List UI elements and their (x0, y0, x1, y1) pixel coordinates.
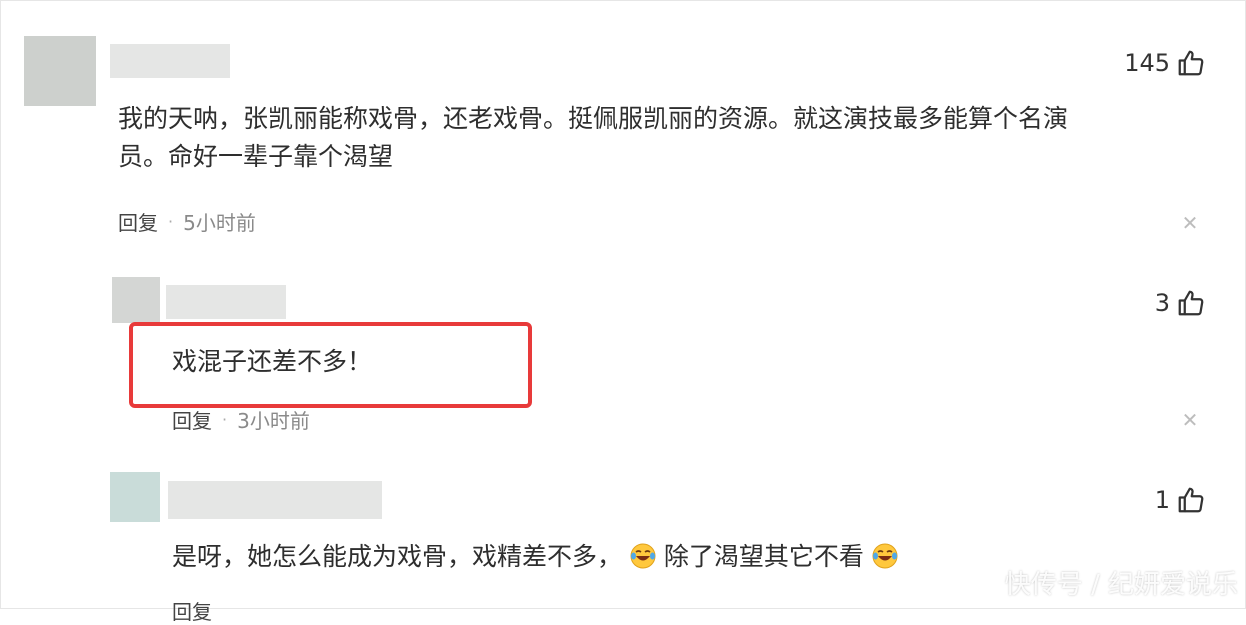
avatar[interactable] (110, 472, 160, 522)
reply-button[interactable]: 回复 (172, 405, 212, 434)
username-redacted[interactable] (110, 44, 230, 78)
reply-button[interactable]: 回复 (172, 596, 212, 625)
comment-text-part: 是呀，她怎么能成为戏骨，戏精差不多， (172, 542, 623, 571)
avatar[interactable] (112, 277, 160, 323)
timestamp: 3小时前 (237, 409, 310, 433)
comment-meta: 回复 · 3小时前 (172, 405, 310, 434)
thumbs-up-icon (1178, 290, 1204, 316)
watermark: 快传号 / 纪妍爱说乐 (1004, 570, 1238, 600)
username-redacted[interactable] (166, 285, 286, 319)
separator-dot: · (222, 410, 228, 429)
close-icon[interactable]: ✕ (1180, 211, 1200, 235)
avatar[interactable] (24, 36, 96, 106)
comment-text-line: 我的天呐，张凯丽能称戏骨，还老戏骨。挺佩服凯丽的资源。就这演技最多能算个名演 (118, 104, 1069, 133)
comment-meta: 回复 · 5小时前 (118, 207, 256, 236)
reply-button[interactable]: 回复 (118, 207, 158, 236)
like-count: 1 (1154, 486, 1170, 514)
laugh-cry-emoji (872, 543, 898, 569)
comment-text: 我的天呐，张凯丽能称戏骨，还老戏骨。挺佩服凯丽的资源。就这演技最多能算个名演 员… (118, 100, 1198, 176)
laugh-cry-emoji (630, 543, 656, 569)
timestamp: 5小时前 (183, 211, 256, 235)
username-redacted[interactable] (168, 481, 382, 519)
like-count: 3 (1154, 289, 1170, 317)
like-button[interactable]: 145 (1124, 48, 1206, 78)
thumbs-up-icon (1178, 487, 1204, 513)
like-count: 145 (1124, 49, 1170, 77)
like-button[interactable]: 1 (1155, 485, 1206, 515)
like-button[interactable]: 3 (1155, 288, 1206, 318)
thumbs-up-icon (1178, 50, 1204, 76)
close-icon[interactable]: ✕ (1180, 408, 1200, 432)
comment-text: 是呀，她怎么能成为戏骨，戏精差不多， 除了渴望其它不看 (172, 538, 898, 576)
separator-dot: · (168, 212, 174, 231)
comment-text-part: 除了渴望其它不看 (663, 542, 864, 571)
comment-text-line: 员。命好一辈子靠个渴望 (118, 142, 394, 171)
highlight-box (129, 322, 532, 408)
comment-meta: 回复 (172, 596, 212, 625)
